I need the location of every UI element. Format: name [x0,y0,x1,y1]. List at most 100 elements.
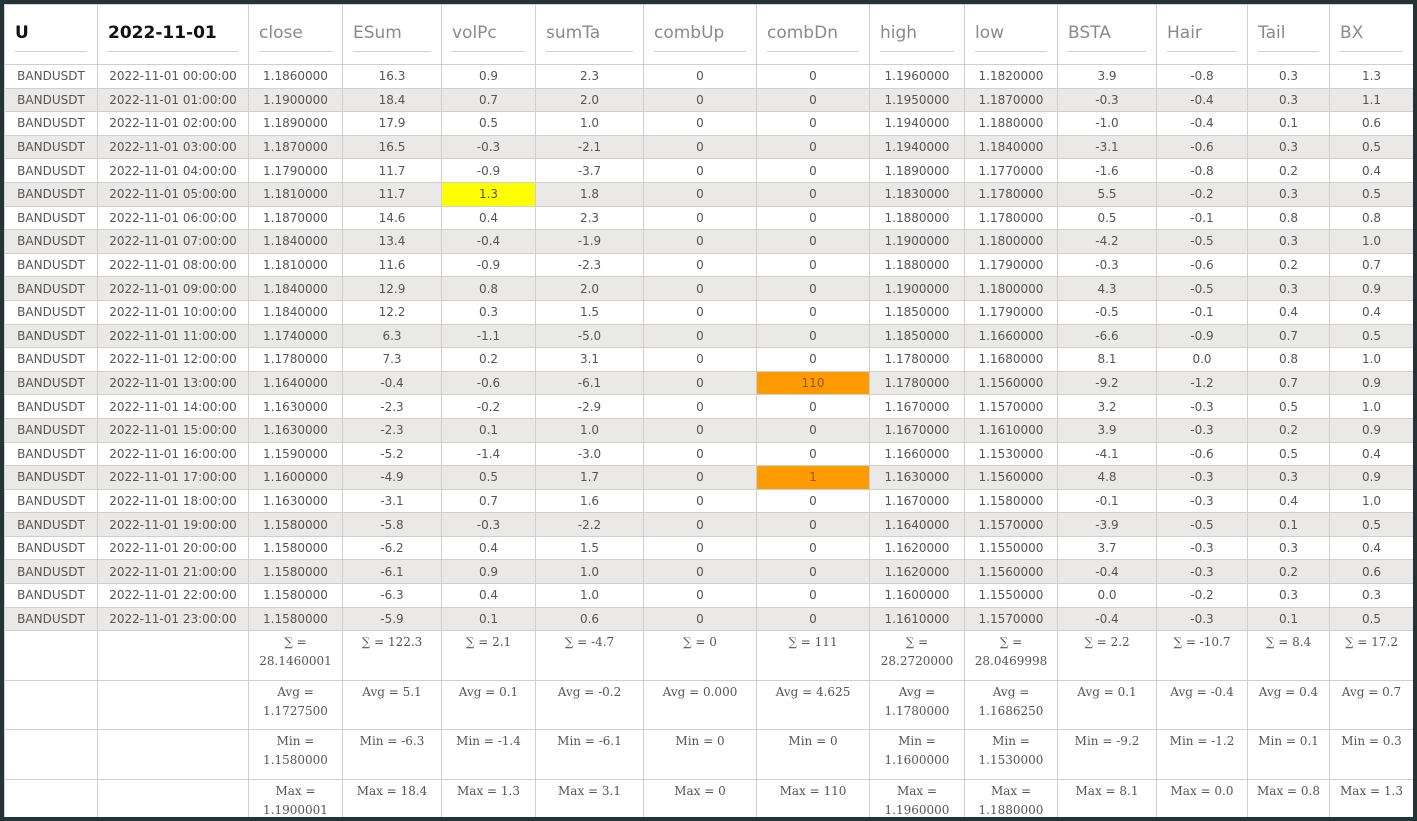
table-cell-hair: -0.2 [1156,583,1248,608]
table-cell-sumta: 2.0 [535,87,644,113]
column-header-6[interactable]: combUp [643,4,757,65]
summary-cell: Min = -9.2 [1057,729,1157,780]
table-cell-close: 1.1840000 [248,299,343,325]
table-cell-low: 1.1530000 [964,441,1058,467]
table-cell-sumta: 2.0 [535,276,644,301]
table-cell-combup: 0 [643,323,757,349]
table-cell-bsta: 5.5 [1057,181,1157,207]
column-header-label: sumTa [546,17,633,52]
table-cell-combup: 0 [643,229,757,254]
table-cell-u: BANDUSDT [4,465,98,490]
table-cell-close: 1.1580000 [248,583,343,608]
table-row: BANDUSDT 2022-11-01 23:00:00 1.1580000 -5.9… [4,606,1413,632]
table-cell-volpc: 0.9 [441,64,536,89]
table-cell-high: 1.1670000 [869,417,965,443]
table-row: BANDUSDT 2022-11-01 19:00:00 1.1580000 -5.8… [4,512,1413,537]
table-cell-high: 1.1900000 [869,229,965,254]
summary-section: ∑ = 28.1460001 ∑ = 122.3 ∑ = 2.1 ∑ = -4.7 ∑ … [4,630,1413,817]
table-cell-u: BANDUSDT [4,559,98,585]
table-cell-u: BANDUSDT [4,181,98,207]
table-cell-low: 1.1560000 [964,559,1058,585]
table-cell-hair: -0.3 [1156,535,1248,561]
table-cell-volpc: 0.1 [441,417,536,443]
table-cell-combdn: 0 [756,441,870,467]
column-header-12[interactable]: Tail [1247,4,1330,65]
table-cell-combup: 0 [643,606,757,632]
column-header-7[interactable]: combDn [756,4,870,65]
table-cell-combdn: 0 [756,606,870,632]
table-row: BANDUSDT 2022-11-01 06:00:00 1.1870000 14.6… [4,205,1413,231]
table-cell-combdn: 0 [756,276,870,301]
table-cell-close: 1.1810000 [248,181,343,207]
table-cell-volpc: 0.8 [441,276,536,301]
table-cell-combup: 0 [643,205,757,231]
table-cell-2022-11-01: 2022-11-01 20:00:00 [97,535,249,561]
table-cell-esum: -3.1 [342,488,442,514]
column-header-9[interactable]: low [964,4,1058,65]
table-cell-volpc: -0.6 [441,370,536,396]
table-cell-volpc: 0.7 [441,87,536,113]
table-cell-combdn: 0 [756,583,870,608]
table-cell-low: 1.1780000 [964,181,1058,207]
table-row: BANDUSDT 2022-11-01 16:00:00 1.1590000 -5.2… [4,441,1413,467]
table-cell-sumta: 1.5 [535,299,644,325]
table-cell-sumta: 2.3 [535,205,644,231]
table-cell-bsta: 3.7 [1057,535,1157,561]
summary-cell: ∑ = 111 [756,630,870,681]
table-cell-tail: 0.2 [1247,417,1330,443]
table-cell-2022-11-01: 2022-11-01 12:00:00 [97,347,249,372]
table-cell-tail: 0.3 [1247,535,1330,561]
table-cell-volpc: 1.3 [441,181,536,207]
column-header-4[interactable]: volPc [441,4,536,65]
table-cell-hair: -0.4 [1156,87,1248,113]
table-cell-high: 1.1880000 [869,205,965,231]
table-row: BANDUSDT 2022-11-01 08:00:00 1.1810000 11.6… [4,252,1413,278]
table-cell-combup: 0 [643,87,757,113]
summary-cell: Min = 1.1580000 [248,729,343,780]
table-cell-volpc: 0.5 [441,111,536,136]
table-cell-combdn: 0 [756,559,870,585]
summary-cell: ∑ = 2.2 [1057,630,1157,681]
column-header-label: BX [1340,17,1403,52]
table-cell-low: 1.1560000 [964,465,1058,490]
summary-row: Avg = 1.1727500 Avg = 5.1 Avg = 0.1 Avg = -… [4,679,1413,731]
table-cell-low: 1.1610000 [964,417,1058,443]
column-header-8[interactable]: high [869,4,965,65]
column-header-2[interactable]: close [248,4,343,65]
table-cell-esum: 7.3 [342,347,442,372]
table-cell-esum: 17.9 [342,111,442,136]
table-cell-bx: 0.5 [1329,134,1413,160]
column-header-5[interactable]: sumTa [535,4,644,65]
table-cell-combup: 0 [643,158,757,183]
table-cell-esum: 11.7 [342,158,442,183]
table-cell-tail: 0.4 [1247,299,1330,325]
column-header-label: high [880,17,954,52]
table-cell-tail: 0.3 [1247,87,1330,113]
table-cell-esum: -6.3 [342,583,442,608]
table-row: BANDUSDT 2022-11-01 14:00:00 1.1630000 -2.3… [4,394,1413,419]
summary-cell: Avg = 5.1 [342,679,442,731]
table-cell-combup: 0 [643,512,757,537]
table-cell-high: 1.1960000 [869,64,965,89]
column-header-10[interactable]: BSTA [1057,4,1157,65]
table-cell-bsta: -3.9 [1057,512,1157,537]
table-cell-low: 1.1680000 [964,347,1058,372]
table-cell-bx: 0.6 [1329,559,1413,585]
column-header-13[interactable]: BX [1329,4,1413,65]
table-cell-high: 1.1670000 [869,488,965,514]
header-row: U 2022-11-01 close ESum volPc sumTa combUp comb… [4,4,1413,65]
table-cell-bsta: -1.6 [1057,158,1157,183]
table-cell-hair: -0.5 [1156,229,1248,254]
table-cell-combup: 0 [643,441,757,467]
table-cell-bx: 0.9 [1329,417,1413,443]
table-cell-volpc: 0.1 [441,606,536,632]
table-cell-volpc: -0.4 [441,229,536,254]
summary-cell: Avg = 1.1780000 [869,679,965,731]
column-header-11[interactable]: Hair [1156,4,1248,65]
table-cell-high: 1.1940000 [869,111,965,136]
column-header-3[interactable]: ESum [342,4,442,65]
table-cell-combdn: 0 [756,488,870,514]
column-header-0[interactable]: U [4,4,98,65]
table-cell-close: 1.1900000 [248,87,343,113]
column-header-1[interactable]: 2022-11-01 [97,4,249,65]
